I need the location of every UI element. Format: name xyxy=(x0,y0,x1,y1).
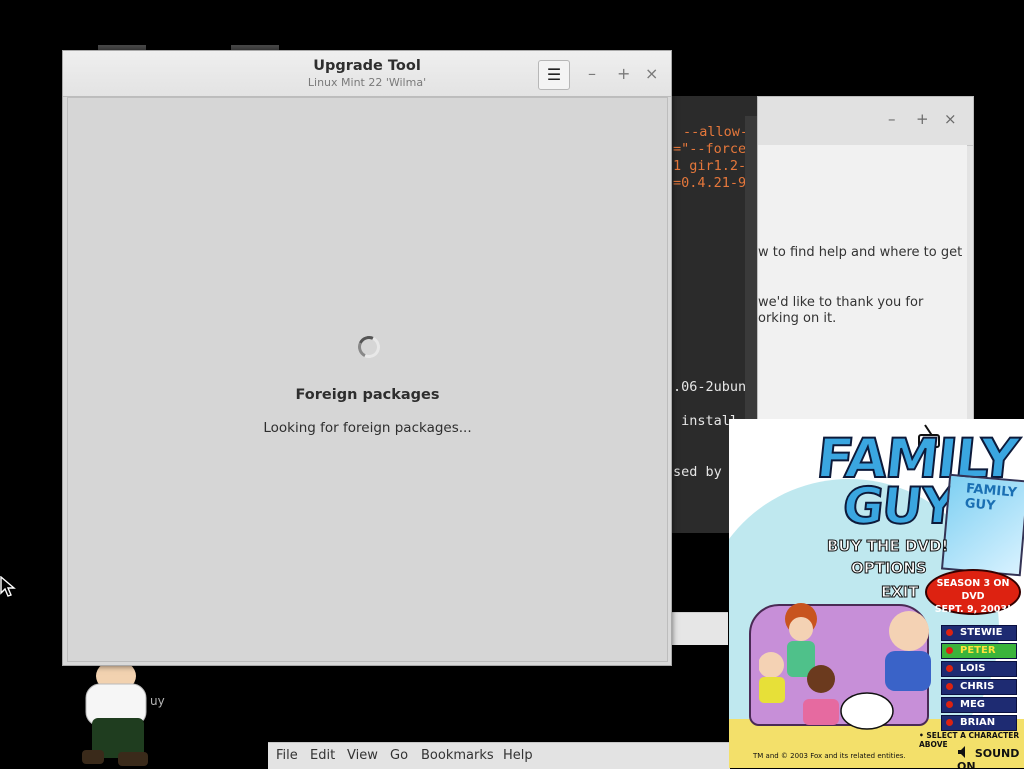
mouse-cursor-icon xyxy=(0,576,16,597)
red-dot-icon xyxy=(946,701,953,708)
hamburger-icon: ☰ xyxy=(546,65,562,84)
close-button[interactable]: × xyxy=(944,110,957,128)
character-label: MEG xyxy=(960,699,985,710)
terminal-line: 1 gir1.2- xyxy=(673,158,747,174)
maximize-button[interactable]: + xyxy=(617,64,630,83)
season-badge: SEASON 3 ON DVD SEPT. 9, 2003! xyxy=(925,569,1021,615)
terminal-line: --allow- xyxy=(683,124,749,140)
red-dot-icon xyxy=(946,665,953,672)
character-label: PETER xyxy=(960,645,996,656)
menu-file[interactable]: File xyxy=(276,748,298,763)
maximize-button[interactable]: + xyxy=(916,110,929,128)
upgrade-tool-titlebar[interactable]: Upgrade Tool Linux Mint 22 'Wilma' ☰ – +… xyxy=(63,51,671,97)
options-option[interactable]: OPTIONS xyxy=(851,559,928,578)
welcome-content: w to find help and where to get we'd lik… xyxy=(758,145,967,442)
minimize-button[interactable]: – xyxy=(588,64,596,83)
red-dot-icon xyxy=(946,647,953,654)
window-title: Upgrade Tool xyxy=(313,58,421,74)
speaker-icon xyxy=(958,746,965,758)
sound-toggle-button[interactable]: SOUND ON xyxy=(957,745,1024,768)
character-button-brian[interactable]: BRIAN xyxy=(941,715,1017,731)
hamburger-menu-button[interactable]: ☰ xyxy=(538,60,570,90)
loading-spinner-icon xyxy=(354,332,384,362)
terminal-line: ="--force xyxy=(673,141,747,157)
terminal-line: .06-2ubun xyxy=(673,379,747,395)
griffin-family-characters xyxy=(759,603,931,730)
character-button-meg[interactable]: MEG xyxy=(941,697,1017,713)
dvd-cover-title: FAMILY GUY xyxy=(964,481,1018,514)
terminal-line: sed by xyxy=(673,464,722,480)
minimize-button[interactable]: – xyxy=(888,110,896,128)
menu-bookmarks[interactable]: Bookmarks xyxy=(421,748,494,763)
character-label: BRIAN xyxy=(960,717,996,728)
red-dot-icon xyxy=(946,719,953,726)
menu-go[interactable]: Go xyxy=(390,748,408,763)
file-manager-menubar: File Edit View Go Bookmarks Help xyxy=(268,742,730,769)
badge-line: SEPT. 9, 2003! xyxy=(934,604,1012,615)
welcome-text: w to find help and where to get xyxy=(758,245,963,260)
red-dot-icon xyxy=(946,629,953,636)
upgrade-tool-window[interactable]: Upgrade Tool Linux Mint 22 'Wilma' ☰ – +… xyxy=(62,50,672,666)
character-label: STEWIE xyxy=(960,627,1003,638)
character-label: CHRIS xyxy=(960,681,995,692)
character-label: LOIS xyxy=(960,663,986,674)
dvd-cover-image: FAMILY GUY xyxy=(940,473,1024,577)
close-button[interactable]: × xyxy=(645,64,658,83)
family-guy-menu-panel: FAMILY GUY FAMILY GUY BUY THE DVD! OPTIO… xyxy=(729,419,1024,768)
character-button-lois[interactable]: LOIS xyxy=(941,661,1017,677)
desktop-icon-label[interactable]: uy xyxy=(150,694,165,708)
copyright-notice: TM and © 2003 Fox and its related entiti… xyxy=(753,752,906,760)
welcome-window[interactable]: – + × w to find help and where to get we… xyxy=(757,96,974,443)
welcome-text: we'd like to thank you for xyxy=(758,295,924,310)
badge-line: SEASON 3 ON DVD xyxy=(936,578,1010,602)
window-subtitle: Linux Mint 22 'Wilma' xyxy=(307,76,427,89)
character-select-list: STEWIE PETER LOIS CHRIS MEG BRIAN xyxy=(941,625,1017,733)
terminal-line: =0.4.21-9 xyxy=(673,175,747,191)
character-button-chris[interactable]: CHRIS xyxy=(941,679,1017,695)
buy-dvd-option[interactable]: BUY THE DVD! xyxy=(826,537,948,556)
menu-view[interactable]: View xyxy=(347,748,378,763)
step-status: Looking for foreign packages... xyxy=(263,420,472,436)
welcome-text: orking on it. xyxy=(758,311,837,326)
red-dot-icon xyxy=(946,683,953,690)
menu-edit[interactable]: Edit xyxy=(310,748,335,763)
step-heading: Foreign packages xyxy=(295,387,440,403)
upgrade-tool-content: Foreign packages Looking for foreign pac… xyxy=(67,97,668,662)
background-window-strip xyxy=(672,612,728,645)
menu-help[interactable]: Help xyxy=(503,748,533,763)
peter-griffin-figure xyxy=(82,662,148,766)
welcome-titlebar[interactable]: – + × xyxy=(758,97,973,146)
character-button-stewie[interactable]: STEWIE xyxy=(941,625,1017,641)
character-button-peter[interactable]: PETER xyxy=(941,643,1017,659)
family-guy-logo: GUY xyxy=(839,476,959,536)
